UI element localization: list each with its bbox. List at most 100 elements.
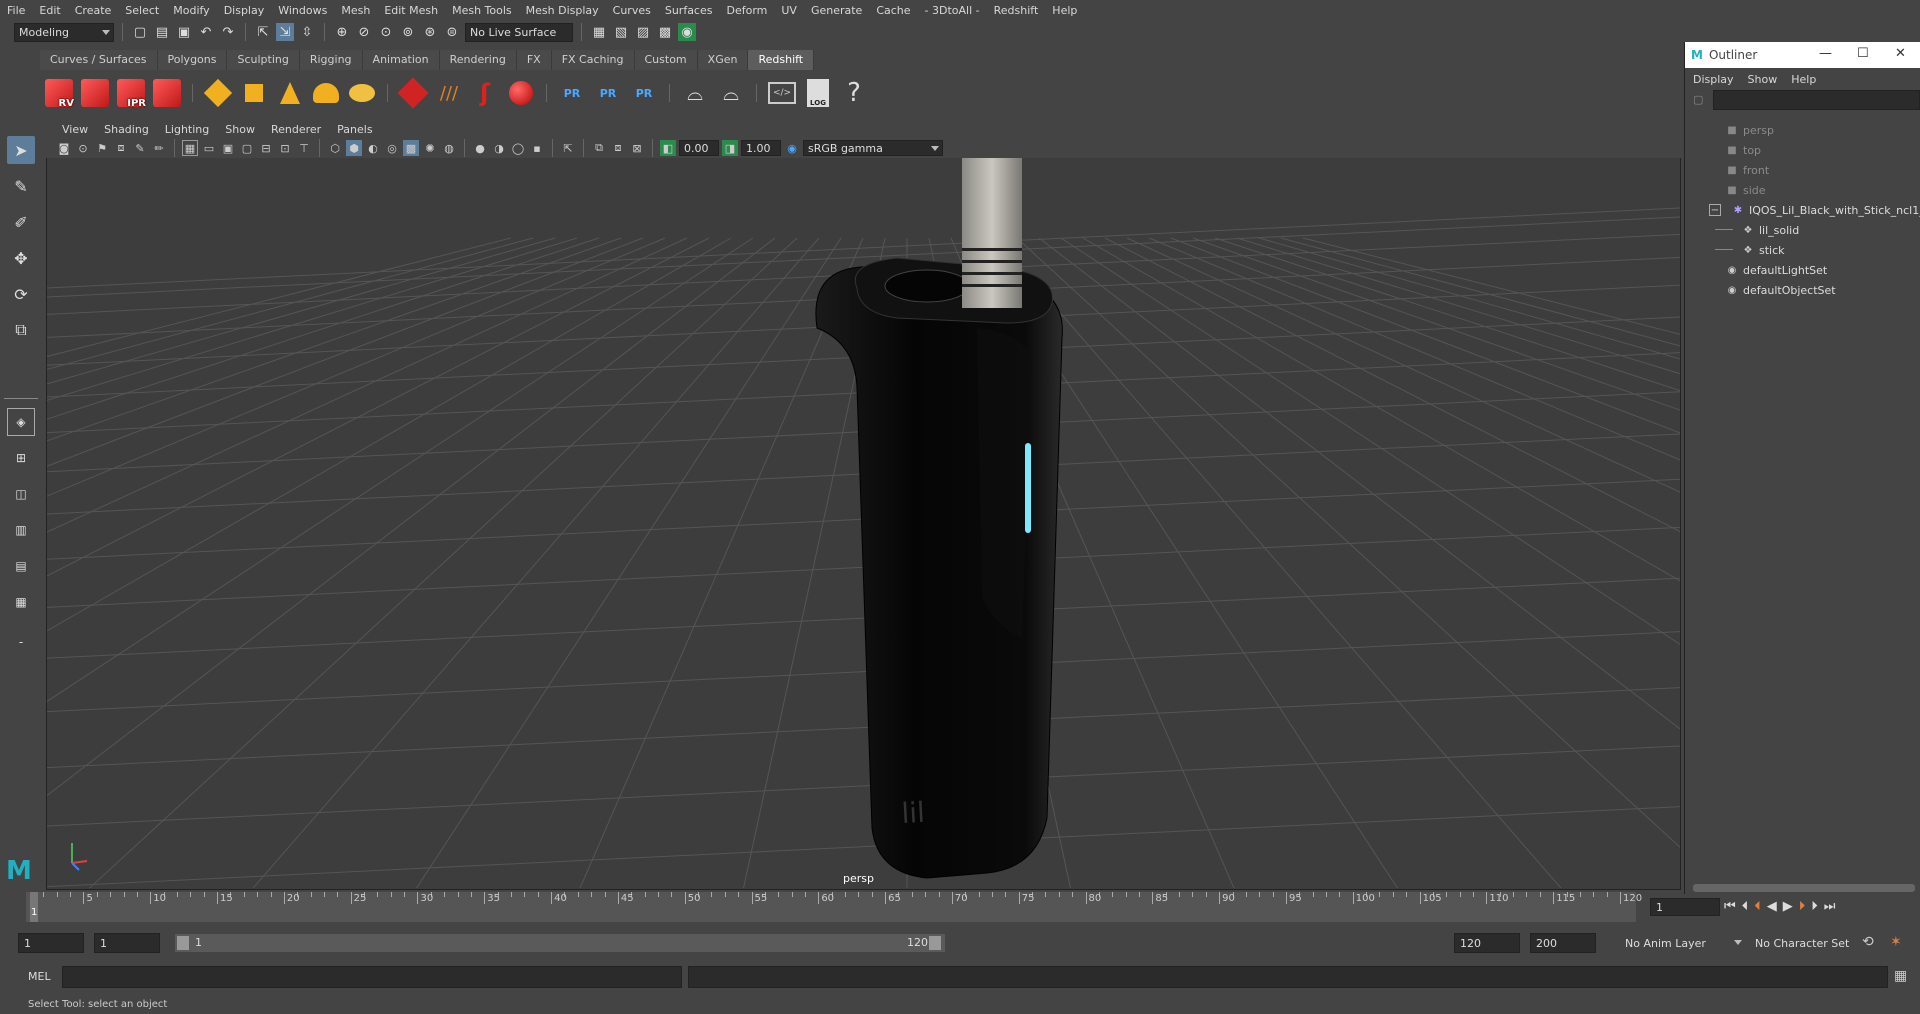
outliner-item[interactable]: ❖ lil_solid [1715, 220, 1799, 240]
ipr-render-icon[interactable]: ▨ [634, 23, 652, 41]
snap-curve-icon[interactable]: ⊘ [355, 23, 373, 41]
shelf-tab-custom[interactable]: Custom [634, 50, 698, 70]
lights-icon[interactable]: ✺ [422, 140, 438, 156]
safe-title-icon[interactable]: ⊤ [296, 140, 312, 156]
outliner-menu-show[interactable]: Show [1748, 73, 1778, 86]
command-input[interactable] [62, 966, 682, 988]
field-chart-icon[interactable]: ⊟ [258, 140, 274, 156]
textured-icon[interactable]: ▩ [403, 140, 419, 156]
shelf-tab-animation[interactable]: Animation [362, 50, 440, 70]
save-scene-icon[interactable]: ▣ [175, 23, 193, 41]
undo-icon[interactable]: ↶ [197, 23, 215, 41]
area-light-button[interactable] [203, 77, 233, 109]
outliner-item[interactable]: ◉ defaultObjectSet [1725, 280, 1836, 300]
select-object-icon[interactable]: ⇲ [276, 23, 294, 41]
proxy-export-selected-button[interactable]: PR [593, 77, 623, 109]
new-scene-icon[interactable]: ▢ [131, 23, 149, 41]
render-settings-icon[interactable]: ▦ [590, 23, 608, 41]
proxy-export-button[interactable] [397, 77, 429, 109]
panel-menu-renderer[interactable]: Renderer [263, 123, 329, 136]
step-back-key-icon[interactable]: ⏴ [1742, 899, 1749, 914]
menu-modify[interactable]: Modify [166, 4, 216, 17]
animation-start-field[interactable]: 1 [18, 933, 84, 953]
use-default-material-icon[interactable]: ◎ [384, 140, 400, 156]
open-scene-icon[interactable]: ▤ [153, 23, 171, 41]
help-button[interactable]: ? [839, 77, 869, 109]
redshift-snapshot-button[interactable] [80, 77, 110, 109]
menu-mesh-tools[interactable]: Mesh Tools [445, 4, 519, 17]
menu-redshift[interactable]: Redshift [987, 4, 1046, 17]
shelf-tab-sculpting[interactable]: Sculpting [227, 50, 300, 70]
image-plane-icon[interactable]: ⧈ [113, 140, 129, 156]
outliner-item[interactable]: ❖ stick [1715, 240, 1785, 260]
snap-grid-icon[interactable]: ⊕ [333, 23, 351, 41]
outliner-item[interactable]: − ✱ IQOS_Lil_Black_with_Stick_ncl1_1 [1709, 200, 1920, 220]
viewport-scene[interactable]: lil persp [47, 158, 1680, 888]
color-management-icon[interactable]: ◉ [784, 140, 800, 156]
camera-lock-icon[interactable]: ⊙ [75, 140, 91, 156]
range-slider-track[interactable]: 1 120 [175, 934, 945, 952]
layout-outliner-button[interactable]: ▥ [7, 516, 35, 544]
snap-live-icon[interactable]: ⊜ [443, 23, 461, 41]
live-surface-field[interactable]: No Live Surface [465, 22, 573, 42]
panel-menu-view[interactable]: View [54, 123, 96, 136]
script-editor-icon[interactable]: ▦ [1894, 968, 1907, 984]
menuset-dropdown[interactable]: Modeling [14, 22, 114, 42]
menu-mesh[interactable]: Mesh [334, 4, 377, 17]
hair-button[interactable]: /// [434, 77, 464, 109]
smooth-shade-icon[interactable]: ⬢ [346, 140, 362, 156]
xray-joints-icon[interactable]: ⧈ [610, 140, 626, 156]
render-frame-icon[interactable]: ▧ [612, 23, 630, 41]
current-frame-field[interactable]: 1 [1650, 898, 1720, 916]
shelf-tab-redshift[interactable]: Redshift [748, 50, 815, 70]
shelf-tab-rendering[interactable]: Rendering [439, 50, 517, 70]
animation-end-field[interactable]: 200 [1530, 933, 1596, 953]
wireframe-icon[interactable]: ⬡ [327, 140, 343, 156]
hypershade-icon[interactable]: ◉ [678, 23, 696, 41]
proxy-import-button[interactable]: PR [557, 77, 587, 109]
menu-display[interactable]: Display [217, 4, 272, 17]
anim-layer-dropdown[interactable]: No Anim Layer [1620, 933, 1740, 953]
close-icon[interactable]: ✕ [1895, 46, 1906, 61]
maximize-icon[interactable]: ☐ [1857, 46, 1869, 61]
menu-create[interactable]: Create [68, 4, 119, 17]
exposure-icon[interactable]: ◧ [660, 140, 676, 156]
safe-action-icon[interactable]: ⊡ [277, 140, 293, 156]
sun-light-button[interactable] [347, 77, 377, 109]
paint-select-tool-button[interactable]: ✐ [7, 208, 35, 236]
material-ball-button[interactable] [506, 77, 536, 109]
redshift-render-view-button[interactable]: RV [44, 77, 74, 109]
outliner-item[interactable]: ■ persp [1725, 120, 1774, 140]
step-forward-frame-icon[interactable]: ⏵ [1799, 899, 1806, 914]
pencil-icon[interactable]: ✏ [151, 140, 167, 156]
spot-light-button[interactable] [275, 77, 305, 109]
gate-mask-icon[interactable]: ▢ [239, 140, 255, 156]
grease-pencil-icon[interactable]: ✎ [132, 140, 148, 156]
outliner-item[interactable]: ■ side [1725, 180, 1765, 200]
wireframe-on-shaded-icon[interactable]: ◐ [365, 140, 381, 156]
time-slider[interactable]: 5 10 15 20 25 30 35 40 45 50 55 60 65 70 75 80 85 90 95 100… [26, 892, 1642, 922]
gamma-field[interactable]: 1.00 [741, 140, 781, 156]
layout-side-by-side-button[interactable]: ◫ [7, 480, 35, 508]
menu-surfaces[interactable]: Surfaces [658, 4, 720, 17]
script-editor-button[interactable]: </> [767, 77, 797, 109]
select-hierarchy-icon[interactable]: ⇱ [254, 23, 272, 41]
redo-icon[interactable]: ↷ [219, 23, 237, 41]
menu-deform[interactable]: Deform [719, 4, 774, 17]
panel-menu-show[interactable]: Show [217, 123, 263, 136]
environment-button[interactable]: ⌓ [716, 77, 746, 109]
select-tool-button[interactable]: ➤ [7, 136, 35, 164]
xray-icon[interactable]: ⧉ [591, 140, 607, 156]
ambient-occlusion-icon[interactable]: ● [472, 140, 488, 156]
shelf-tab-xgen[interactable]: XGen [697, 50, 749, 70]
resolution-gate-icon[interactable]: ▣ [220, 140, 236, 156]
redshift-settings-button[interactable] [152, 77, 182, 109]
lasso-tool-button[interactable]: ✎ [7, 172, 35, 200]
play-backwards-icon[interactable]: ◀ [1767, 899, 1777, 914]
shelf-tab-fx[interactable]: FX [516, 50, 552, 70]
menu-3dtoall[interactable]: - 3DtoAll - [918, 4, 987, 17]
proxy-convert-button[interactable]: PR [629, 77, 659, 109]
snap-surface-icon[interactable]: ⊛ [421, 23, 439, 41]
menu-file[interactable]: File [0, 4, 32, 17]
outliner-scrollbar[interactable] [1693, 884, 1915, 892]
